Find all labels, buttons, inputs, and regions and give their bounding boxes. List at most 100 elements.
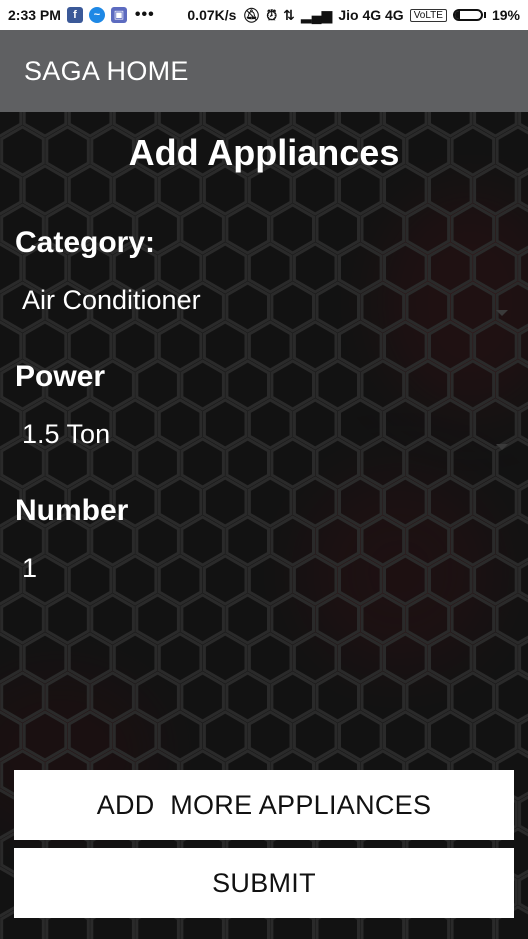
hex-cell	[270, 359, 315, 411]
hex-cell	[45, 593, 90, 645]
number-label: Number	[15, 494, 129, 527]
hex-cell	[428, 632, 473, 684]
submit-button[interactable]: SUBMIT	[14, 848, 514, 918]
hex-cell	[405, 671, 451, 723]
hex-cell	[270, 515, 315, 567]
hex-cell	[180, 203, 225, 255]
hex-cell	[360, 593, 406, 645]
hex-cell	[112, 320, 158, 372]
hex-cell	[405, 593, 451, 645]
hex-cell	[315, 671, 360, 723]
hex-cell	[450, 359, 496, 411]
hex-cell	[405, 359, 451, 411]
hex-cell	[450, 203, 496, 255]
hex-cell	[90, 671, 135, 723]
hex-cell	[405, 515, 451, 567]
hex-cell	[360, 515, 406, 567]
chevron-down-icon	[496, 444, 508, 450]
hex-cell	[135, 671, 180, 723]
battery-percent: 19%	[491, 7, 520, 23]
signal-icon: ▂▄▆	[300, 6, 333, 23]
hex-cell	[0, 671, 45, 723]
hex-cell	[338, 320, 383, 372]
hex-cell	[180, 671, 225, 723]
hex-cell	[495, 515, 528, 567]
hex-cell	[338, 710, 383, 762]
number-input[interactable]: 1	[22, 553, 37, 584]
hex-cell	[292, 632, 338, 684]
app-bar: SAGA HOME	[0, 30, 528, 112]
hex-cell	[202, 710, 248, 762]
hex-cell	[360, 671, 406, 723]
network-speed: 0.07K/s	[187, 7, 237, 23]
hex-cell	[292, 554, 338, 606]
hex-cell	[405, 203, 451, 255]
hex-cell	[180, 359, 225, 411]
more-notifications-icon: •••	[134, 6, 155, 23]
hex-cell	[67, 554, 113, 606]
gallery-icon: ▣	[110, 7, 127, 23]
hex-cell	[0, 593, 45, 645]
status-bar: 2:33 PM f ~ ▣ ••• 0.07K/s 🔕︎ ⏰︎ ⇅ ▂▄▆ Ji…	[0, 0, 528, 30]
hex-cell	[428, 554, 473, 606]
hex-cell	[225, 593, 270, 645]
hex-cell	[180, 515, 225, 567]
hex-cell	[225, 671, 270, 723]
hex-cell	[112, 554, 158, 606]
hex-cell	[338, 554, 383, 606]
hex-cell	[360, 359, 406, 411]
facebook-icon: f	[66, 7, 83, 23]
hex-cell	[247, 632, 293, 684]
hex-cell	[135, 359, 180, 411]
hex-cell	[157, 476, 203, 528]
alarm-icon: ⏰︎	[266, 6, 278, 23]
hex-cell	[428, 710, 473, 762]
hex-cell	[450, 671, 496, 723]
data-transfer-icon: ⇅	[283, 6, 295, 23]
hex-cell	[90, 593, 135, 645]
chevron-down-icon	[496, 310, 508, 316]
hex-cell	[67, 710, 113, 762]
page-title: Add Appliances	[128, 132, 400, 173]
hex-cell	[428, 476, 473, 528]
hex-cell	[383, 320, 428, 372]
hex-cell	[270, 203, 315, 255]
hex-cell	[473, 710, 518, 762]
hex-cell	[22, 710, 68, 762]
hex-cell	[383, 476, 428, 528]
hex-cell	[225, 359, 270, 411]
category-label: Category:	[15, 226, 156, 259]
hex-cell	[270, 593, 315, 645]
hex-cell	[450, 515, 496, 567]
hex-cell	[383, 710, 428, 762]
hex-cell	[202, 554, 248, 606]
hex-cell	[180, 593, 225, 645]
hex-cell	[292, 710, 338, 762]
volte-badge: VoLTE	[409, 8, 447, 22]
hex-cell	[360, 203, 406, 255]
hex-cell	[112, 632, 158, 684]
hex-cell	[247, 554, 293, 606]
hex-cell	[495, 671, 528, 723]
hex-cell	[473, 476, 518, 528]
hex-cell	[315, 515, 360, 567]
hex-cell	[247, 710, 293, 762]
status-bar-left: 2:33 PM f ~ ▣ •••	[8, 6, 155, 24]
hex-cell	[225, 203, 270, 255]
hex-cell	[202, 632, 248, 684]
mute-icon: 🔕︎	[242, 6, 261, 23]
messenger-icon: ~	[88, 7, 105, 23]
status-bar-right: 0.07K/s 🔕︎ ⏰︎ ⇅ ▂▄▆ Jio 4G 4G VoLTE 19%	[187, 7, 520, 24]
hex-cell	[157, 632, 203, 684]
battery-icon	[452, 9, 486, 21]
clock: 2:33 PM	[8, 7, 61, 23]
hex-cell	[135, 515, 180, 567]
add-more-appliances-button[interactable]: ADD MORE APPLIANCES	[14, 770, 514, 840]
hex-cell	[315, 593, 360, 645]
hex-cell	[450, 593, 496, 645]
hex-cell	[135, 593, 180, 645]
hex-cell	[67, 632, 113, 684]
hex-cell	[292, 320, 338, 372]
hex-cell	[338, 476, 383, 528]
hex-cell	[495, 359, 528, 411]
